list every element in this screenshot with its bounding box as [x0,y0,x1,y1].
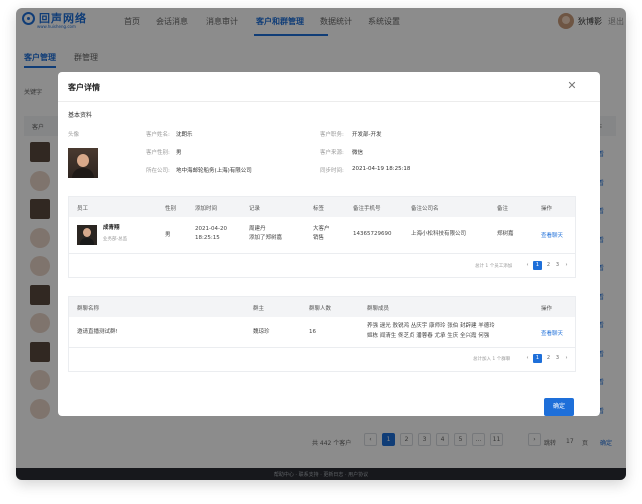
group-row-divider [69,347,575,348]
tag-1: 大客户 [313,226,330,232]
row-divider [69,253,575,254]
add-time-date: 2021-04-20 [195,226,227,232]
group-owner: 魏琼珍 [253,329,270,335]
close-icon[interactable]: ✕ [566,80,578,92]
employee-note: 郑树嘉 [497,231,514,237]
sync-time-value: 2021-04-19 18:25:18 [352,166,411,172]
group-count: 16 [309,329,316,335]
th-gender: 性别 [165,206,177,212]
employee-pager-page-3[interactable]: 3 [553,261,562,270]
customer-photo [68,148,98,178]
group-members-line-1: 养强 逯光 敖锐鸿 丛庆宇 康师玲 张伯 封辟建 羊德玲 [367,323,495,329]
th-action: 操作 [541,206,553,212]
source-label: 客户来源: [320,150,344,156]
group-pager-page-1[interactable]: 1 [533,354,542,363]
group-table: 群聊名称 群主 群聊人数 群聊成员 操作 邀请直播测试群! 魏琼珍 16 养强 … [68,296,576,372]
employee-pager-total: 总计 1 个员工添加 [475,264,513,269]
employee-pager-prev[interactable]: ‹ [523,261,532,270]
group-pager-total: 总计加入 1 个群聊 [473,357,511,362]
group-members-line-2: 姬栋 闻清生 佟芝贞 潘蓉春 尤承 生庆 全兴霞 何强 [367,333,490,339]
employee-pager-page-2[interactable]: 2 [544,261,553,270]
view-chat-link[interactable]: 查看聊天 [541,231,563,239]
customer-detail-dialog: 客户详情 ✕ 基本资料 头像 客户姓名: 沈朗乐 客户性别: 男 所在公司: 地… [58,72,600,416]
sync-time-label: 同步时间: [320,168,344,174]
employee-table-header: 员工 性别 添加时间 记录 标签 备注手机号 备注公司名 备注 操作 [69,197,575,217]
th-group-name: 群聊名称 [77,306,100,312]
employee-company: 上海小松科技有限公司 [411,231,467,237]
employee-dept: 业务部-总监 [103,237,128,242]
source-value: 微信 [352,150,364,156]
position-label: 客户职务: [320,132,344,138]
app-window: 回声网络 www.huisheng.com 首页 会话消息 消息审计 客户和群管… [16,8,626,480]
employee-table: 员工 性别 添加时间 记录 标签 备注手机号 备注公司名 备注 操作 成青翔 业… [68,196,576,278]
confirm-button[interactable]: 确定 [544,398,574,416]
record-line-1: 周建丹 [249,226,266,232]
employee-pager-page-1[interactable]: 1 [533,261,542,270]
name-label: 客户姓名: [146,132,170,138]
th-employee: 员工 [77,206,89,212]
dialog-title: 客户详情 [68,83,100,92]
avatar-label: 头像 [68,132,80,138]
position-value: 开发部-开发 [352,132,382,138]
th-group-members: 群聊成员 [367,306,390,312]
group-table-header: 群聊名称 群主 群聊人数 群聊成员 操作 [69,297,575,317]
th-group-count: 群聊人数 [309,306,332,312]
group-pager-prev[interactable]: ‹ [523,354,532,363]
employee-name: 成青翔 [103,225,120,231]
th-group-owner: 群主 [253,306,265,312]
tag-2: 销售 [313,235,325,241]
add-time-clock: 18:25:15 [195,235,220,241]
th-phone: 备注手机号 [353,206,381,212]
th-note: 备注 [497,206,509,212]
th-group-action: 操作 [541,306,553,312]
company-label: 所在公司: [146,168,170,174]
th-record: 记录 [249,206,261,212]
employee-pager-next[interactable]: › [562,261,571,270]
record-line-2: 添加了郑树嘉 [249,235,283,241]
th-company: 备注公司名 [411,206,439,212]
company-value: 地中海邮轮船务(上海)有限公司 [176,168,252,174]
employee-gender: 男 [165,232,171,238]
group-pager-next[interactable]: › [562,354,571,363]
group-pager-page-3[interactable]: 3 [553,354,562,363]
th-tag: 标签 [313,206,325,212]
gender-label: 客户性别: [146,150,170,156]
dialog-header: 客户详情 ✕ [58,72,600,102]
employee-avatar [77,225,97,245]
name-value: 沈朗乐 [176,132,193,138]
employee-phone: 14365729690 [353,231,392,237]
th-add-time: 添加时间 [195,206,218,212]
group-view-chat-link[interactable]: 查看聊天 [541,329,563,337]
group-name: 邀请直播测试群! [77,329,118,335]
section-title: 基本资料 [68,112,93,119]
group-pager-page-2[interactable]: 2 [544,354,553,363]
gender-value: 男 [176,150,182,156]
